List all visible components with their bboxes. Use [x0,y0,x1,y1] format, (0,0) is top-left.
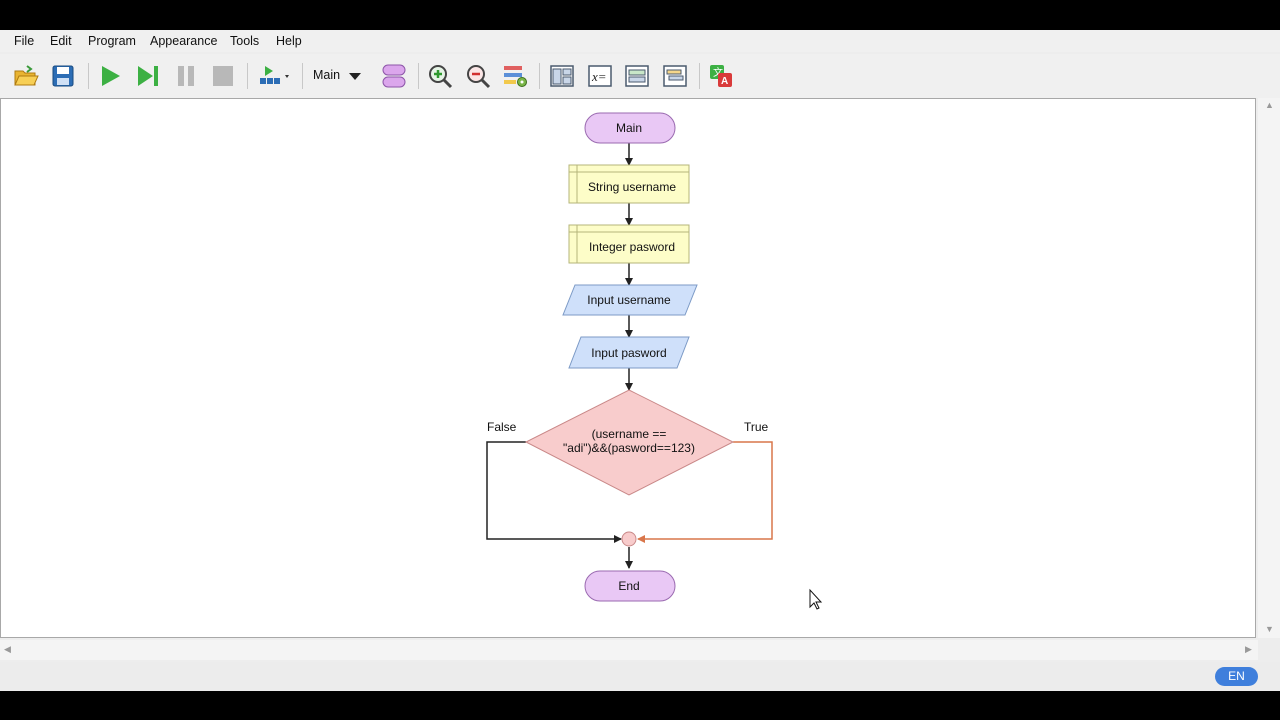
declare-pasword-shape[interactable]: Integer pasword [568,224,690,264]
declare-pasword-label: Integer pasword [589,240,675,254]
svg-text:x=: x= [591,69,607,84]
true-branch-label: True [744,420,769,434]
condition-line-1: (username == [592,427,667,441]
run-button[interactable] [95,61,125,91]
chevron-down-icon [349,73,361,80]
menu-appearance[interactable]: Appearance [150,34,217,48]
speed-chart-icon [260,66,289,84]
input-username-label: Input username [587,293,671,307]
toolbar-separator [699,63,700,89]
mouse-cursor-icon [809,588,823,610]
scroll-down-arrow-icon[interactable]: ▼ [1265,624,1274,634]
toolbar-separator [418,63,419,89]
play-icon [102,66,120,86]
window-layout-icon [550,65,574,87]
toolbar-separator [302,63,303,89]
translate-icon: 文 A [710,65,732,87]
menu-help[interactable]: Help [276,34,302,48]
horizontal-scrollbar[interactable]: ◀ ▶ [0,640,1258,660]
step-button[interactable] [133,61,163,91]
step-forward-icon [138,66,158,86]
menu-edit[interactable]: Edit [50,34,72,48]
svg-text:A: A [721,76,728,87]
manage-functions-button[interactable] [379,61,409,91]
end-shape[interactable]: End [584,570,676,602]
scroll-up-arrow-icon[interactable]: ▲ [1265,100,1274,110]
vertical-scrollbar[interactable]: ▲ ▼ [1258,98,1280,638]
zoom-out-icon [467,65,491,89]
end-label: End [618,579,639,593]
function-selector-dropdown[interactable] [343,61,367,91]
declare-username-shape[interactable]: String username [568,164,690,204]
input-pasword-shape[interactable]: Input pasword [568,336,690,369]
flowchart-diagram: Main String username Integer pasword Inp… [486,112,823,610]
function-selector-label[interactable]: Main [313,68,340,82]
main-start-label: Main [616,121,642,135]
zoom-in-icon [429,65,453,89]
menu-tools[interactable]: Tools [230,34,259,48]
save-button[interactable] [48,61,78,91]
menu-file[interactable]: File [14,34,34,48]
toolbar-separator [539,63,540,89]
style-gear-icon [504,66,527,87]
console-icon [663,65,687,87]
toolbar-separator [88,63,89,89]
stop-icon [213,66,233,86]
condition-line-2: "adi")&&(pasword==123) [563,441,695,455]
language-badge[interactable]: EN [1215,667,1258,686]
translate-button[interactable]: 文 A [706,61,736,91]
merge-point-circle [621,531,637,547]
main-start-shape[interactable]: Main [584,112,676,144]
functions-icon [382,64,406,88]
layout-windows-button[interactable] [547,61,577,91]
console-button[interactable] [660,61,690,91]
zoom-in-button[interactable] [425,61,455,91]
input-username-shape[interactable]: Input username [562,284,698,316]
source-code-button[interactable] [622,61,652,91]
toolbar: Main x= 文 A [0,54,1280,98]
toolbar-separator [247,63,248,89]
open-folder-icon [14,65,39,86]
bottom-letterbox [0,691,1280,720]
stop-button[interactable] [208,61,238,91]
scroll-left-arrow-icon[interactable]: ◀ [4,644,11,655]
run-speed-dropdown[interactable] [256,61,294,91]
zoom-out-button[interactable] [463,61,493,91]
menu-bar: File Edit Program Appearance Tools Help [0,30,1280,52]
status-bar: EN [0,662,1280,691]
top-letterbox [0,0,1280,30]
scroll-right-arrow-icon[interactable]: ▶ [1245,644,1252,655]
declare-username-label: String username [588,180,676,194]
open-folder-button[interactable] [11,61,41,91]
if-decision-shape[interactable]: (username == "adi")&&(pasword==123) [524,389,735,496]
variable-watch-button[interactable]: x= [585,61,615,91]
save-disk-icon [52,65,74,87]
chart-style-button[interactable] [500,61,530,91]
false-branch-label: False [487,420,517,434]
pause-button[interactable] [171,61,201,91]
flowchart-canvas[interactable]: Main String username Integer pasword Inp… [0,98,1256,638]
menu-program[interactable]: Program [88,34,136,48]
source-code-icon [625,65,649,87]
flowgorithm-window: File Edit Program Appearance Tools Help [0,30,1280,691]
pause-icon [178,66,194,86]
variable-icon: x= [588,65,612,87]
input-pasword-label: Input pasword [591,346,666,360]
